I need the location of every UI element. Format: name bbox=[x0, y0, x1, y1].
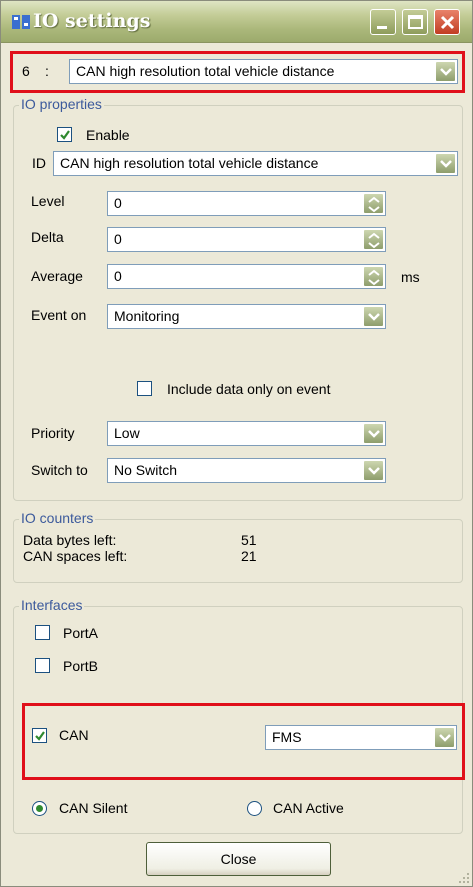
spinner-arrows-icon[interactable] bbox=[363, 229, 384, 250]
maximize-button[interactable] bbox=[402, 9, 428, 35]
app-icon bbox=[12, 15, 30, 29]
chevron-down-icon[interactable] bbox=[435, 61, 456, 82]
priority-dropdown[interactable]: Low bbox=[107, 421, 386, 446]
priority-label: Priority bbox=[31, 425, 75, 441]
chevron-down-icon[interactable] bbox=[363, 306, 384, 327]
close-window-button[interactable] bbox=[434, 9, 460, 35]
porta-checkbox[interactable] bbox=[35, 625, 50, 640]
average-value: 0 bbox=[114, 268, 122, 284]
switch-to-label: Switch to bbox=[31, 462, 88, 478]
include-data-checkbox[interactable] bbox=[137, 381, 152, 396]
event-on-value: Monitoring bbox=[114, 308, 180, 324]
spinner-arrows-icon[interactable] bbox=[363, 193, 384, 214]
io-settings-window: IO settings 6 : CAN high resolution tota… bbox=[0, 0, 473, 887]
window-title: IO settings bbox=[33, 10, 151, 32]
radio-selected-icon bbox=[36, 805, 43, 812]
minimize-icon bbox=[377, 26, 387, 29]
chevron-down-icon[interactable] bbox=[363, 460, 384, 481]
can-label: CAN bbox=[59, 727, 89, 743]
spinner-arrows-icon[interactable] bbox=[363, 266, 384, 287]
io-counters-title: IO counters bbox=[19, 510, 96, 526]
io-index-separator: : bbox=[45, 63, 49, 79]
enable-checkbox[interactable] bbox=[57, 127, 72, 142]
can-spaces-label: CAN spaces left: bbox=[23, 548, 128, 564]
can-active-radio[interactable] bbox=[247, 801, 262, 816]
io-selector-dropdown[interactable]: CAN high resolution total vehicle distan… bbox=[69, 59, 458, 84]
delta-spinner[interactable]: 0 bbox=[107, 227, 386, 252]
id-value: CAN high resolution total vehicle distan… bbox=[60, 155, 319, 171]
checkmark-icon bbox=[35, 731, 45, 741]
minimize-button[interactable] bbox=[370, 9, 396, 35]
switch-to-dropdown[interactable]: No Switch bbox=[107, 458, 386, 483]
include-data-label: Include data only on event bbox=[167, 381, 331, 397]
average-label: Average bbox=[31, 268, 83, 284]
porta-label: PortA bbox=[63, 625, 99, 641]
io-selector-value: CAN high resolution total vehicle distan… bbox=[76, 63, 335, 79]
io-properties-title: IO properties bbox=[19, 96, 104, 112]
can-active-label: CAN Active bbox=[273, 800, 344, 816]
priority-value: Low bbox=[114, 425, 140, 441]
close-icon bbox=[440, 15, 455, 30]
can-mode-dropdown[interactable]: FMS bbox=[265, 725, 457, 750]
io-index: 6 bbox=[22, 63, 30, 79]
checkmark-icon bbox=[60, 130, 70, 140]
delta-value: 0 bbox=[114, 231, 122, 247]
title-bar[interactable]: IO settings bbox=[1, 1, 472, 43]
portb-checkbox[interactable] bbox=[35, 658, 50, 673]
average-unit: ms bbox=[401, 269, 420, 285]
resize-grip-icon[interactable] bbox=[458, 872, 470, 884]
level-value: 0 bbox=[114, 195, 122, 211]
portb-label: PortB bbox=[63, 658, 99, 674]
data-bytes-label: Data bytes left: bbox=[23, 532, 117, 548]
delta-label: Delta bbox=[31, 229, 64, 245]
level-spinner[interactable]: 0 bbox=[107, 191, 386, 216]
switch-to-value: No Switch bbox=[114, 462, 178, 478]
event-on-label: Event on bbox=[31, 307, 87, 323]
id-label: ID bbox=[32, 155, 46, 171]
enable-label: Enable bbox=[86, 127, 130, 143]
interfaces-title: Interfaces bbox=[19, 597, 85, 613]
can-silent-radio[interactable] bbox=[32, 801, 47, 816]
chevron-down-icon[interactable] bbox=[434, 727, 455, 748]
average-spinner[interactable]: 0 bbox=[107, 264, 386, 289]
event-on-dropdown[interactable]: Monitoring bbox=[107, 304, 386, 329]
can-mode-value: FMS bbox=[272, 729, 302, 745]
close-button-label: Close bbox=[220, 851, 257, 867]
chevron-down-icon[interactable] bbox=[363, 423, 384, 444]
id-dropdown[interactable]: CAN high resolution total vehicle distan… bbox=[53, 151, 458, 176]
maximize-icon bbox=[408, 15, 423, 29]
level-label: Level bbox=[31, 193, 65, 209]
can-checkbox[interactable] bbox=[32, 728, 47, 743]
can-silent-label: CAN Silent bbox=[59, 800, 128, 816]
can-spaces-value: 21 bbox=[241, 548, 257, 564]
close-button[interactable]: Close bbox=[146, 842, 331, 876]
chevron-down-icon[interactable] bbox=[435, 153, 456, 174]
data-bytes-value: 51 bbox=[241, 532, 257, 548]
